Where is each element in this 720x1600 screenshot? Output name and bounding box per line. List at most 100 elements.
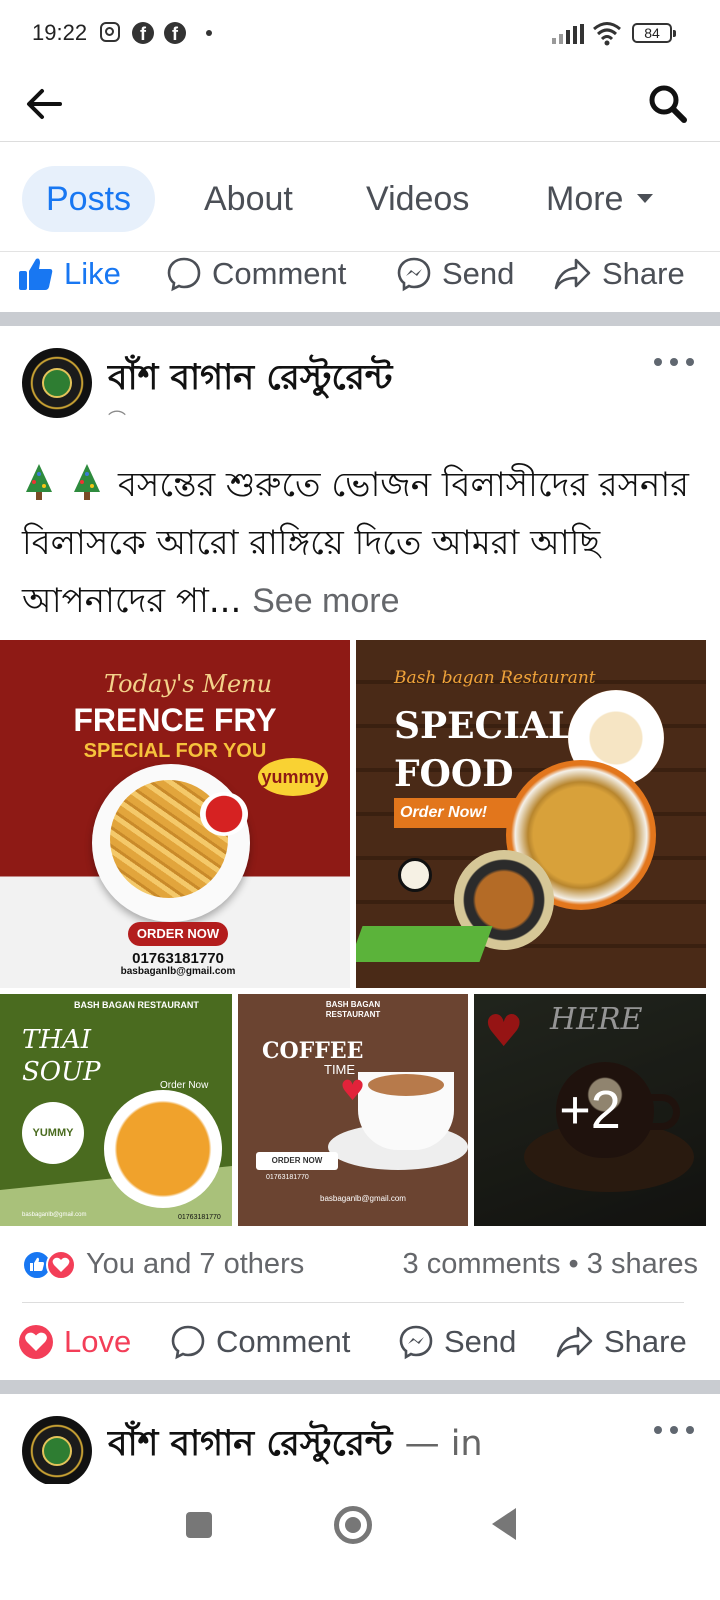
comments-count[interactable]: 3 comments bbox=[403, 1248, 561, 1280]
heart-icon: ♥ bbox=[340, 1074, 366, 1107]
comment-button[interactable]: Comment bbox=[166, 242, 346, 306]
see-more-link[interactable]: See more bbox=[252, 582, 399, 620]
ketchup-dip-graphic bbox=[200, 792, 248, 836]
page-avatar[interactable] bbox=[22, 348, 92, 418]
love-button[interactable]: Love bbox=[18, 1310, 131, 1374]
image-brand: BASH BAGAN RESTAURANT bbox=[74, 1000, 199, 1010]
image-title-line1: THAI bbox=[22, 1025, 92, 1055]
share-label: Share bbox=[604, 1324, 687, 1359]
back-triangle-icon[interactable] bbox=[492, 1508, 516, 1540]
share-icon bbox=[554, 258, 591, 290]
previous-post-actions: Like Comment Send Share bbox=[0, 242, 720, 306]
yummy-badge: yummy bbox=[258, 758, 328, 796]
image-title-line1: SPECIAL bbox=[394, 705, 574, 747]
image-title: THAI SOUP bbox=[22, 1024, 101, 1088]
status-bar: 19:22 f f 84 bbox=[0, 0, 720, 66]
more-images-count: +2 bbox=[559, 1080, 621, 1140]
image-script-text: Today's Menu bbox=[104, 670, 273, 698]
send-label: Send bbox=[442, 256, 515, 291]
tab-posts[interactable]: Posts bbox=[22, 166, 156, 232]
order-now-badge: ORDER NOW bbox=[128, 922, 228, 946]
comment-label: Comment bbox=[216, 1324, 351, 1359]
image-phone: 01763181770 bbox=[132, 950, 224, 967]
send-button[interactable]: Send bbox=[398, 1310, 516, 1374]
image-title-line2: FOOD bbox=[394, 753, 514, 795]
next-post-name-text[interactable]: বাঁশ বাগান রেস্টুরেন্ট bbox=[108, 1424, 392, 1464]
wifi-icon bbox=[593, 22, 621, 46]
thumbs-up-icon bbox=[19, 258, 53, 290]
signal-icon bbox=[552, 24, 584, 44]
like-button[interactable]: Like bbox=[18, 242, 121, 306]
reaction-icons bbox=[22, 1250, 84, 1282]
share-label: Share bbox=[602, 256, 685, 291]
page-tabs: Posts About Videos More bbox=[0, 142, 720, 252]
send-label: Send bbox=[444, 1324, 517, 1359]
search-icon[interactable] bbox=[646, 82, 690, 126]
share-button[interactable]: Share bbox=[554, 242, 685, 306]
reaction-summary-text: You and 7 others bbox=[86, 1248, 305, 1280]
post-image-french-fry[interactable]: Today's Menu FRENCE FRY SPECIAL FOR YOU … bbox=[0, 640, 350, 988]
post-timestamp: ⌒ bbox=[108, 410, 126, 431]
back-arrow-icon[interactable] bbox=[22, 82, 66, 126]
tab-about[interactable]: About bbox=[204, 166, 293, 232]
share-icon bbox=[556, 1326, 593, 1358]
post-page-name[interactable]: বাঁশ বাগান রেস্টুরেন্ট bbox=[108, 350, 392, 409]
comment-button[interactable]: Comment bbox=[170, 1310, 350, 1374]
chevron-down-icon bbox=[637, 193, 654, 203]
messenger-icon bbox=[399, 1325, 433, 1360]
comment-label: Comment bbox=[212, 256, 347, 291]
image-script-text: Bash bagan Restaurant bbox=[394, 668, 596, 688]
love-icon bbox=[19, 1325, 53, 1359]
send-button[interactable]: Send bbox=[396, 242, 514, 306]
instagram-notification-icon bbox=[100, 22, 120, 42]
image-email: basbaganlb@gmail.com bbox=[320, 1194, 406, 1203]
decor-brush-stroke bbox=[356, 926, 493, 962]
restaurant-logo-icon bbox=[398, 858, 432, 892]
feed-divider bbox=[0, 1380, 720, 1394]
shares-count[interactable]: 3 shares bbox=[587, 1248, 698, 1280]
post-options-button[interactable] bbox=[654, 1418, 694, 1442]
christmas-tree-icon bbox=[74, 464, 100, 500]
image-email: basbaganlb@gmail.com bbox=[120, 966, 236, 977]
like-label: Like bbox=[64, 256, 121, 291]
home-icon[interactable] bbox=[334, 1506, 372, 1544]
soup-bowl-graphic bbox=[104, 1090, 222, 1208]
post-image-coffee[interactable]: BASH BAGAN RESTAURANT COFFEE TIME ♥ ORDER… bbox=[238, 994, 468, 1226]
feed-divider bbox=[0, 312, 720, 326]
love-label: Love bbox=[64, 1324, 132, 1359]
top-app-bar bbox=[0, 66, 720, 142]
image-phone: 01763181770 bbox=[178, 1214, 221, 1221]
next-post-page-name[interactable]: বাঁশ বাগান রেস্টুরেন্ট — in bbox=[108, 1416, 483, 1475]
status-time: 19:22 bbox=[32, 20, 88, 45]
christmas-tree-icon bbox=[26, 464, 52, 500]
reaction-summary[interactable]: You and 7 others 3 comments • 3 shares bbox=[22, 1240, 698, 1292]
system-navigation-bar bbox=[0, 1484, 720, 1600]
battery-indicator: 84 bbox=[632, 23, 676, 43]
comment-icon bbox=[167, 257, 201, 292]
facebook-notification-icon: f bbox=[164, 22, 186, 44]
recent-apps-icon[interactable] bbox=[186, 1512, 212, 1538]
post-body-text: বসন্তের শুরুতে ভোজন বিলাসীদের রসনার বিলা… bbox=[22, 456, 702, 630]
image-brand-line2: RESTAURANT bbox=[325, 1010, 381, 1019]
image-brand-line1: BASH BAGAN bbox=[325, 1000, 381, 1009]
post-options-button[interactable] bbox=[654, 350, 694, 374]
tab-more-label: More bbox=[546, 180, 624, 218]
order-now-badge: ORDER NOW bbox=[256, 1152, 338, 1170]
image-brand: BASH BAGAN RESTAURANT bbox=[238, 1000, 468, 1020]
comment-share-counts[interactable]: 3 comments • 3 shares bbox=[403, 1248, 698, 1281]
tab-videos[interactable]: Videos bbox=[366, 166, 469, 232]
image-title: FRENCE FRY bbox=[73, 702, 277, 738]
page-avatar[interactable] bbox=[22, 1416, 92, 1486]
image-phone: 01763181770 bbox=[266, 1174, 309, 1181]
post-image-special-food[interactable]: Bash bagan Restaurant SPECIAL FOOD Order … bbox=[356, 640, 706, 988]
more-notifications-dot-icon bbox=[206, 30, 212, 36]
post-image-more[interactable]: HERE ♥ +2 bbox=[474, 994, 706, 1226]
order-now-badge: Order Now! bbox=[394, 798, 522, 828]
image-email: basbaganlb@gmail.com bbox=[22, 1212, 87, 1218]
post-image-thai-soup[interactable]: BASH BAGAN RESTAURANT THAI SOUP Order Now… bbox=[0, 994, 232, 1226]
tab-more[interactable]: More bbox=[546, 166, 654, 232]
share-button[interactable]: Share bbox=[556, 1310, 687, 1374]
facebook-notification-icon: f bbox=[132, 22, 154, 44]
coffee-cup-graphic bbox=[358, 1072, 454, 1150]
love-reaction-icon bbox=[46, 1250, 76, 1280]
